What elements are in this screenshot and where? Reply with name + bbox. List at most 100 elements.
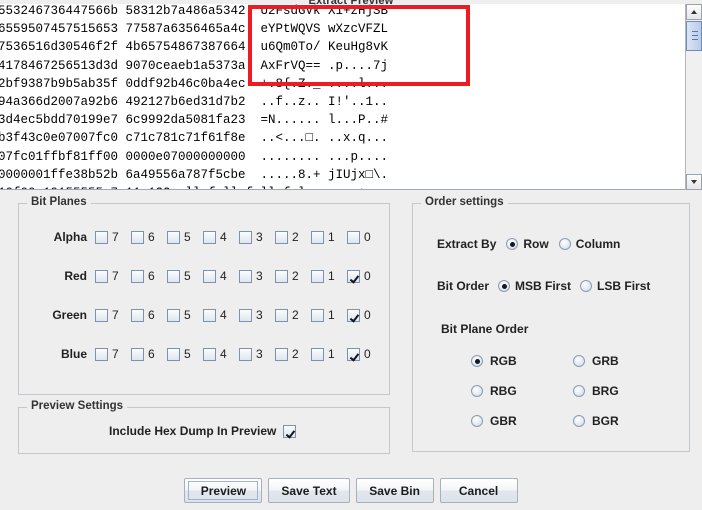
scroll-up-arrow-icon[interactable] bbox=[686, 4, 702, 20]
bit-plane-order-option-rgb[interactable]: RGB bbox=[471, 354, 517, 368]
checkbox-green-bit-4[interactable] bbox=[203, 308, 216, 322]
checkbox-red-bit-3[interactable] bbox=[239, 269, 252, 283]
extract-by-option-row[interactable]: Row bbox=[506, 237, 549, 251]
bit-cell-blue-2[interactable]: 2 bbox=[275, 347, 311, 361]
radio-gbr[interactable] bbox=[471, 415, 483, 427]
preview-button[interactable]: Preview bbox=[184, 478, 263, 503]
checkbox-red-bit-7[interactable] bbox=[95, 269, 108, 283]
checkbox-blue-bit-3[interactable] bbox=[239, 347, 252, 361]
include-hex-dump-checkbox[interactable] bbox=[283, 425, 296, 438]
radio-grb[interactable] bbox=[573, 355, 585, 367]
bit-cell-blue-1[interactable]: 1 bbox=[311, 347, 347, 361]
bit-cell-green-6[interactable]: 6 bbox=[131, 308, 167, 322]
bit-plane-order-option-gbr[interactable]: GBR bbox=[471, 414, 517, 428]
bit-cell-green-0[interactable]: 0 bbox=[347, 308, 383, 322]
radio-bgr[interactable] bbox=[573, 415, 585, 427]
radio-row[interactable] bbox=[506, 238, 519, 250]
bit-order-option-lsb[interactable]: LSB First bbox=[580, 279, 650, 293]
checkbox-green-bit-5[interactable] bbox=[167, 308, 180, 322]
checkbox-blue-bit-0[interactable] bbox=[347, 347, 360, 361]
bit-plane-order-option-brg[interactable]: BRG bbox=[573, 384, 619, 398]
checkbox-blue-bit-2[interactable] bbox=[275, 347, 288, 361]
bit-cell-red-3[interactable]: 3 bbox=[239, 269, 275, 283]
bit-cell-blue-3[interactable]: 3 bbox=[239, 347, 275, 361]
checkbox-alpha-bit-0[interactable] bbox=[347, 230, 360, 244]
radio-rgb[interactable] bbox=[471, 355, 483, 367]
bit-cell-alpha-7[interactable]: 7 bbox=[95, 230, 131, 244]
bit-cell-blue-7[interactable]: 7 bbox=[95, 347, 131, 361]
checkbox-red-bit-4[interactable] bbox=[203, 269, 216, 283]
checkbox-green-bit-1[interactable] bbox=[311, 308, 324, 322]
bit-number-label: 4 bbox=[220, 308, 227, 322]
radio-column[interactable] bbox=[558, 238, 571, 250]
bit-cell-green-7[interactable]: 7 bbox=[95, 308, 131, 322]
checkbox-blue-bit-4[interactable] bbox=[203, 347, 216, 361]
cancel-button[interactable]: Cancel bbox=[439, 478, 518, 503]
bit-cell-green-4[interactable]: 4 bbox=[203, 308, 239, 322]
bit-cell-red-6[interactable]: 6 bbox=[131, 269, 167, 283]
checkbox-red-bit-6[interactable] bbox=[131, 269, 144, 283]
bit-cell-red-2[interactable]: 2 bbox=[275, 269, 311, 283]
bit-cell-green-1[interactable]: 1 bbox=[311, 308, 347, 322]
checkbox-red-bit-1[interactable] bbox=[311, 269, 324, 283]
checkbox-blue-bit-5[interactable] bbox=[167, 347, 180, 361]
scroll-down-arrow-icon[interactable] bbox=[686, 174, 702, 190]
radio-brg-label: BRG bbox=[592, 384, 619, 398]
bit-cell-green-2[interactable]: 2 bbox=[275, 308, 311, 322]
bit-number-label: 5 bbox=[184, 347, 191, 361]
extract-by-row: Extract By Row Column bbox=[437, 237, 620, 251]
bit-cell-green-3[interactable]: 3 bbox=[239, 308, 275, 322]
bit-cell-alpha-0[interactable]: 0 bbox=[347, 230, 383, 244]
bit-plane-order-option-rbg[interactable]: RBG bbox=[471, 384, 517, 398]
checkbox-alpha-bit-5[interactable] bbox=[167, 230, 180, 244]
bit-order-option-msb[interactable]: MSB First bbox=[498, 279, 571, 293]
bit-cell-red-7[interactable]: 7 bbox=[95, 269, 131, 283]
vertical-scrollbar[interactable] bbox=[685, 4, 702, 190]
save-bin-button[interactable]: Save Bin bbox=[355, 478, 434, 503]
bit-plane-order-option-grb[interactable]: GRB bbox=[573, 354, 619, 368]
checkbox-alpha-bit-4[interactable] bbox=[203, 230, 216, 244]
checkbox-green-bit-3[interactable] bbox=[239, 308, 252, 322]
checkbox-alpha-bit-1[interactable] bbox=[311, 230, 324, 244]
radio-lsb-first[interactable] bbox=[580, 280, 593, 292]
radio-rbg[interactable] bbox=[471, 385, 483, 397]
checkbox-alpha-bit-7[interactable] bbox=[95, 230, 108, 244]
bit-cell-alpha-5[interactable]: 5 bbox=[167, 230, 203, 244]
checkbox-green-bit-0[interactable] bbox=[347, 308, 360, 322]
checkbox-red-bit-5[interactable] bbox=[167, 269, 180, 283]
checkbox-red-bit-0[interactable] bbox=[347, 269, 360, 283]
radio-msb-first[interactable] bbox=[498, 280, 511, 292]
bit-cell-blue-5[interactable]: 5 bbox=[167, 347, 203, 361]
bit-cell-red-5[interactable]: 5 bbox=[167, 269, 203, 283]
radio-brg[interactable] bbox=[573, 385, 585, 397]
save-text-button[interactable]: Save Text bbox=[268, 478, 350, 503]
checkbox-green-bit-2[interactable] bbox=[275, 308, 288, 322]
extract-by-option-column[interactable]: Column bbox=[558, 237, 620, 251]
bit-cell-alpha-2[interactable]: 2 bbox=[275, 230, 311, 244]
bit-cell-alpha-6[interactable]: 6 bbox=[131, 230, 167, 244]
checkbox-alpha-bit-3[interactable] bbox=[239, 230, 252, 244]
checkbox-alpha-bit-2[interactable] bbox=[275, 230, 288, 244]
bit-number-label: 2 bbox=[292, 269, 299, 283]
checkbox-blue-bit-1[interactable] bbox=[311, 347, 324, 361]
bit-cell-blue-0[interactable]: 0 bbox=[347, 347, 383, 361]
checkbox-green-bit-7[interactable] bbox=[95, 308, 108, 322]
hexdump-scrollpane[interactable]: 553246736447566b 58312b7a486a5342 U2FsdG… bbox=[0, 4, 702, 190]
bit-cell-blue-6[interactable]: 6 bbox=[131, 347, 167, 361]
order-settings-panel: Order settings Extract By Row Column Bit… bbox=[412, 196, 690, 452]
bit-cell-alpha-1[interactable]: 1 bbox=[311, 230, 347, 244]
scrollbar-thumb[interactable] bbox=[686, 21, 702, 51]
bit-cell-green-5[interactable]: 5 bbox=[167, 308, 203, 322]
bit-plane-order-option-bgr[interactable]: BGR bbox=[573, 414, 619, 428]
bit-cell-alpha-3[interactable]: 3 bbox=[239, 230, 275, 244]
checkbox-red-bit-2[interactable] bbox=[275, 269, 288, 283]
bit-cell-blue-4[interactable]: 4 bbox=[203, 347, 239, 361]
checkbox-alpha-bit-6[interactable] bbox=[131, 230, 144, 244]
checkbox-blue-bit-6[interactable] bbox=[131, 347, 144, 361]
bit-cell-red-0[interactable]: 0 bbox=[347, 269, 383, 283]
checkbox-green-bit-6[interactable] bbox=[131, 308, 144, 322]
checkbox-blue-bit-7[interactable] bbox=[95, 347, 108, 361]
bit-cell-red-1[interactable]: 1 bbox=[311, 269, 347, 283]
bit-cell-red-4[interactable]: 4 bbox=[203, 269, 239, 283]
bit-cell-alpha-4[interactable]: 4 bbox=[203, 230, 239, 244]
